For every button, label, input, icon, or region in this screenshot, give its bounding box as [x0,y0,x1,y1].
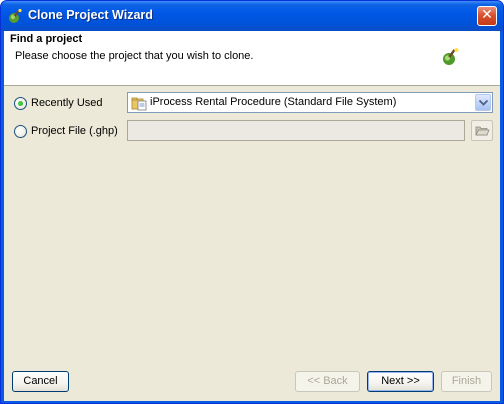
combo-dropdown-button[interactable] [475,94,491,111]
finish-button[interactable]: Finish [441,371,492,392]
page-title: Find a project [10,33,83,45]
wizard-icon [443,48,459,65]
wizard-header: Find a project Please choose the project… [4,31,500,86]
browse-button[interactable] [471,120,493,141]
clone-project-wizard-window: Clone Project Wizard ✕ Find a project Pl… [0,0,504,404]
project-file-radio[interactable] [14,124,27,138]
back-button[interactable]: << Back [295,371,360,392]
recently-used-radio[interactable] [14,96,27,110]
cancel-button[interactable]: Cancel [12,371,69,392]
project-folder-icon [131,97,147,111]
title-bar[interactable]: Clone Project Wizard ✕ [1,1,503,31]
recently-used-option[interactable]: Recently Used [14,94,103,112]
next-button[interactable]: Next >> [367,371,434,392]
open-folder-icon [475,126,490,136]
window-title: Clone Project Wizard [28,8,153,22]
wizard-icon [9,8,22,23]
close-icon: ✕ [481,7,493,23]
chevron-down-icon [479,100,488,106]
project-file-label: Project File (.ghp) [31,125,118,137]
close-button[interactable]: ✕ [477,6,497,26]
recent-project-combobox[interactable]: iProcess Rental Procedure (Standard File… [127,92,493,113]
recently-used-label: Recently Used [31,97,103,109]
dialog-body: Find a project Please choose the project… [4,31,500,401]
project-file-option[interactable]: Project File (.ghp) [14,122,118,140]
recent-project-value: iProcess Rental Procedure (Standard File… [150,96,397,108]
page-subtitle: Please choose the project that you wish … [15,50,254,62]
project-file-input[interactable] [127,120,465,141]
